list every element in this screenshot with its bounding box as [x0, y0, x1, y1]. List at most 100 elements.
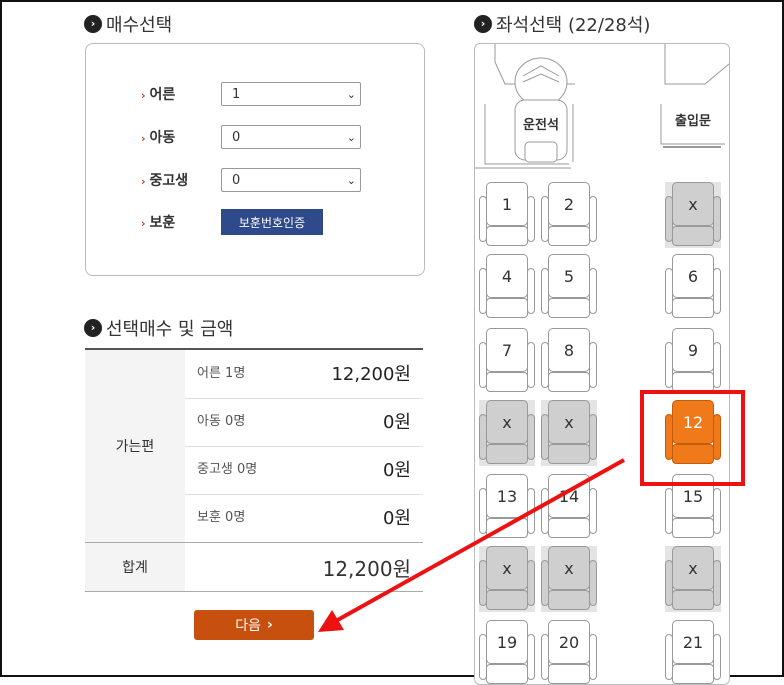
ticket-section-title: › 매수선택 — [84, 11, 172, 37]
seat-arm-r — [589, 196, 597, 242]
seat-number: 4 — [486, 254, 528, 298]
seat-taken: x — [479, 546, 535, 612]
fare-row-value: 0원 — [382, 412, 411, 433]
seat-14[interactable]: 14 — [541, 474, 597, 540]
seat-cushion — [486, 518, 528, 538]
seat-cushion — [672, 664, 714, 684]
seat-number: 20 — [548, 620, 590, 664]
table-row: 아동 0명 0원 — [185, 398, 423, 447]
seat-cushion — [548, 518, 590, 538]
fare-row-label: 보훈 0명 — [197, 510, 246, 525]
chevron-down-icon: ⌄ — [346, 87, 356, 101]
ticket-count-box: › 어른 1 ⌄ › 아동 0 ⌄ › 중고생 0 ⌄ › 보훈 보훈번호인증 — [85, 43, 425, 276]
chevron-right-icon: › — [266, 617, 273, 633]
trip-label: 가는편 — [85, 350, 185, 542]
next-button-label: 다음 — [235, 618, 261, 634]
seat-number: 5 — [548, 254, 590, 298]
seat-arm-r — [589, 342, 597, 388]
seat-cushion — [672, 372, 714, 392]
child-label: 아동 — [149, 130, 176, 146]
seat-cushion — [672, 518, 714, 538]
table-row: 중고생 0명 0원 — [185, 446, 423, 495]
seat-taken: x — [541, 400, 597, 466]
seat-21[interactable]: 21 — [665, 620, 721, 684]
seat-5[interactable]: 5 — [541, 254, 597, 320]
chevron-right-icon: › — [141, 89, 146, 102]
driver-seat-label: 운전석 — [523, 118, 559, 133]
seat-cushion — [486, 298, 528, 318]
seat-arm-r — [527, 634, 535, 680]
bus-seat-map: 운전석 출입문 1 2 x 4 5 6 7 8 9 x x 12 13 14 15 x x x 19 20 21 — [474, 43, 730, 685]
seat-arm-r — [589, 268, 597, 314]
seat-6[interactable]: 6 — [665, 254, 721, 320]
seat-arm-r — [713, 560, 721, 606]
student-label: 중고생 — [149, 173, 189, 189]
chevron-right-circle-icon: › — [474, 15, 492, 33]
seat-13[interactable]: 13 — [479, 474, 535, 540]
seat-cushion — [672, 298, 714, 318]
seat-section-title: › 좌석선택 (22/28석) — [474, 11, 650, 37]
seat-9[interactable]: 9 — [665, 328, 721, 394]
chevron-down-icon: ⌄ — [346, 173, 356, 187]
seat-arm-r — [527, 342, 535, 388]
table-row: 어른 1명 12,200원 — [185, 350, 423, 399]
seat-19[interactable]: 19 — [479, 620, 535, 684]
student-count-select[interactable]: 0 ⌄ — [221, 168, 361, 192]
total-row: 합계 12,200원 — [85, 542, 423, 592]
student-row: › 중고생 0 ⌄ — [141, 168, 361, 192]
seat-arm-r — [713, 342, 721, 388]
seat-cushion — [548, 298, 590, 318]
seat-cushion — [548, 226, 590, 246]
seat-arm-r — [713, 488, 721, 534]
chevron-right-circle-icon: › — [84, 15, 102, 33]
seat-cushion — [548, 590, 590, 610]
seat-taken: x — [541, 546, 597, 612]
seat-7[interactable]: 7 — [479, 328, 535, 394]
seat-arm-r — [589, 560, 597, 606]
seat-arm-r — [589, 634, 597, 680]
seat-4[interactable]: 4 — [479, 254, 535, 320]
adult-row: › 어른 1 ⌄ — [141, 82, 361, 106]
seat-1[interactable]: 1 — [479, 182, 535, 248]
seat-number: 7 — [486, 328, 528, 372]
adult-count-value: 1 — [232, 86, 241, 102]
veteran-verify-button[interactable]: 보훈번호인증 — [221, 209, 323, 235]
seat-arm-r — [713, 634, 721, 680]
seat-2[interactable]: 2 — [541, 182, 597, 248]
summary-section-title: › 선택매수 및 금액 — [84, 315, 233, 341]
seat-arm-r — [527, 560, 535, 606]
seat-cushion — [486, 372, 528, 392]
seat-cushion — [672, 590, 714, 610]
seat-number: x — [486, 400, 528, 444]
next-button[interactable]: 다음 › — [194, 610, 314, 640]
seat-arm-r — [713, 268, 721, 314]
fare-row-label: 아동 0명 — [197, 414, 246, 429]
child-count-select[interactable]: 0 ⌄ — [221, 125, 361, 149]
seat-arm-r — [713, 196, 721, 242]
chevron-right-icon: › — [141, 132, 146, 145]
door-label: 출입문 — [675, 114, 711, 129]
seat-taken: x — [665, 546, 721, 612]
seat-cushion — [672, 226, 714, 246]
seat-cushion — [548, 372, 590, 392]
seat-number: 14 — [548, 474, 590, 518]
seat-arm-r — [527, 268, 535, 314]
seat-cushion — [486, 444, 528, 464]
fare-row-label: 어른 1명 — [197, 366, 246, 381]
seat-number: 2 — [548, 182, 590, 226]
seat-arm-r — [527, 488, 535, 534]
veteran-row: › 보훈 보훈번호인증 — [141, 209, 323, 235]
seat-20[interactable]: 20 — [541, 620, 597, 684]
seat-number: 1 — [486, 182, 528, 226]
seat-cushion — [548, 664, 590, 684]
child-count-value: 0 — [232, 129, 241, 145]
seat-number: x — [548, 546, 590, 590]
seat-number: 6 — [672, 254, 714, 298]
chevron-right-circle-icon: › — [84, 319, 102, 337]
seat-arm-r — [527, 414, 535, 460]
adult-count-select[interactable]: 1 ⌄ — [221, 82, 361, 106]
child-row: › 아동 0 ⌄ — [141, 125, 361, 149]
seat-number: x — [672, 546, 714, 590]
adult-label: 어른 — [149, 87, 176, 103]
seat-8[interactable]: 8 — [541, 328, 597, 394]
